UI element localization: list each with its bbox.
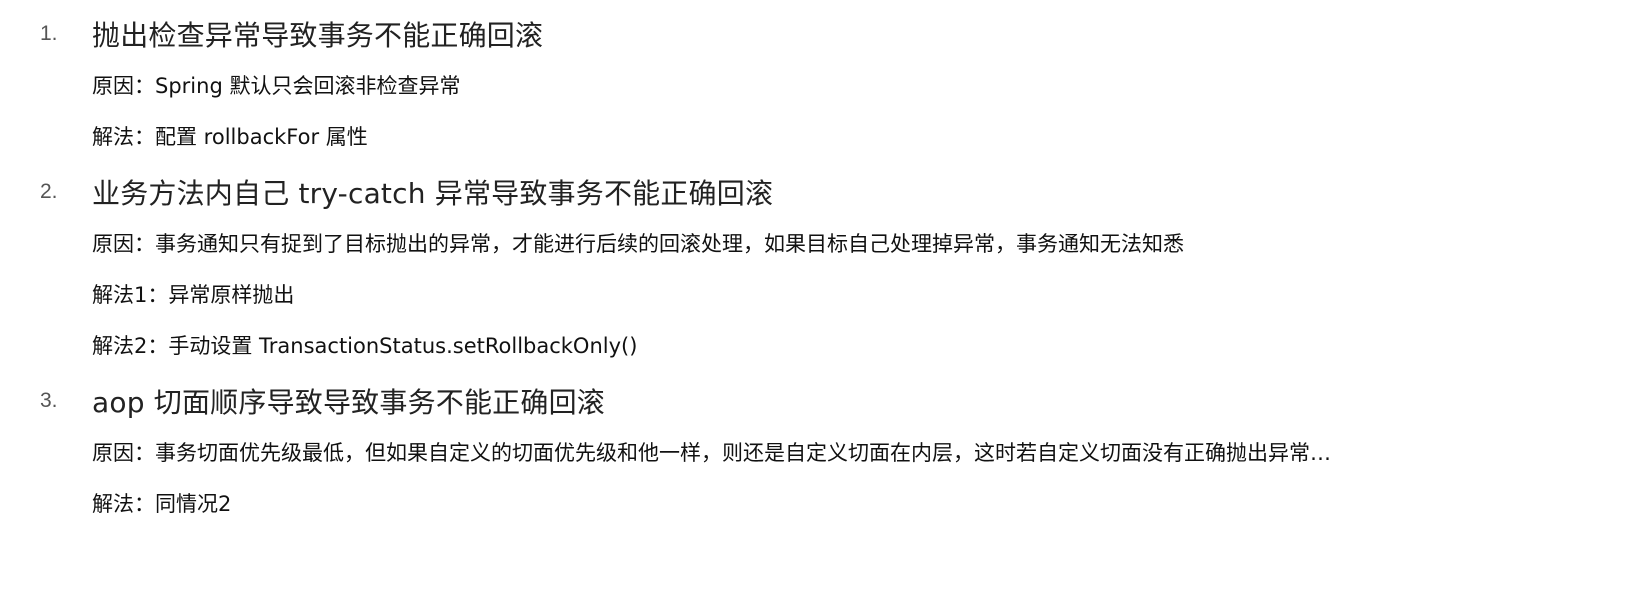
item-heading-3: 3. aop 切面顺序导致导致事务不能正确回滚 <box>40 381 605 421</box>
item-title: 抛出检查异常导致事务不能正确回滚 <box>92 19 544 52</box>
item-detail-cause: 原因：事务切面优先级最低，但如果自定义的切面优先级和他一样，则还是自定义切面在内… <box>92 441 1331 465</box>
item-title: aop 切面顺序导致导致事务不能正确回滚 <box>92 386 605 419</box>
item-detail-solution-2: 解法2：手动设置 TransactionStatus.setRollbackOn… <box>92 334 638 358</box>
item-title: 业务方法内自己 try-catch 异常导致事务不能正确回滚 <box>92 177 774 210</box>
item-number: 1. <box>40 22 58 45</box>
item-number: 3. <box>40 389 58 412</box>
item-detail-cause: 原因：Spring 默认只会回滚非检查异常 <box>92 74 461 98</box>
item-heading-1: 1. 抛出检查异常导致事务不能正确回滚 <box>40 14 543 54</box>
item-detail-cause: 原因：事务通知只有捉到了目标抛出的异常，才能进行后续的回滚处理，如果目标自己处理… <box>92 232 1184 256</box>
item-detail-solution: 解法：同情况2 <box>92 492 232 516</box>
item-detail-solution: 解法：配置 rollbackFor 属性 <box>92 125 368 149</box>
item-heading-2: 2. 业务方法内自己 try-catch 异常导致事务不能正确回滚 <box>40 172 773 212</box>
item-detail-solution-1: 解法1：异常原样抛出 <box>92 283 295 307</box>
item-number: 2. <box>40 180 58 203</box>
document: 1. 抛出检查异常导致事务不能正确回滚 原因：Spring 默认只会回滚非检查异… <box>0 0 1648 600</box>
